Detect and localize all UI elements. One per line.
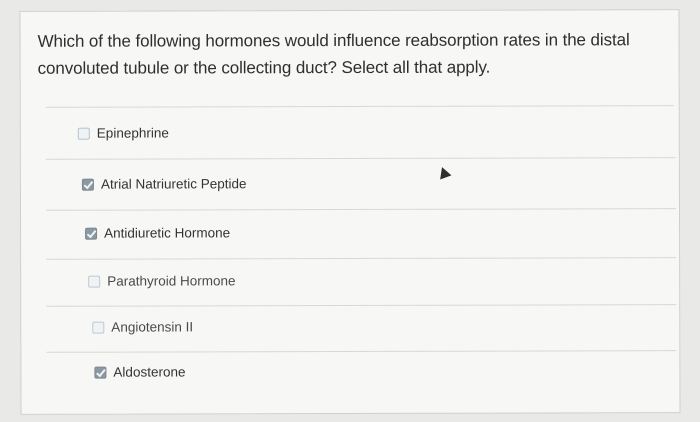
checkbox-checked-icon[interactable] — [85, 227, 98, 240]
checkbox-unchecked-icon[interactable] — [88, 275, 101, 288]
option-label: Epinephrine — [96, 125, 169, 141]
divider — [46, 350, 677, 353]
divider — [46, 304, 677, 307]
divider — [45, 208, 676, 211]
option-label: Parathyroid Hormone — [107, 273, 236, 289]
option-antidiuretic-hormone[interactable]: Antidiuretic Hormone — [85, 225, 231, 241]
checkbox-checked-icon[interactable] — [94, 366, 107, 379]
option-epinephrine[interactable]: Epinephrine — [77, 125, 169, 141]
divider — [45, 105, 674, 108]
option-angiotensin-ii[interactable]: Angiotensin II — [92, 319, 194, 335]
question-card: Which of the following hormones would in… — [19, 9, 681, 415]
option-label: Antidiuretic Hormone — [104, 225, 231, 241]
option-parathyroid-hormone[interactable]: Parathyroid Hormone — [88, 273, 236, 289]
option-label: Aldosterone — [113, 364, 186, 380]
divider — [45, 157, 676, 160]
option-label: Angiotensin II — [111, 319, 194, 335]
option-atrial-natriuretic-peptide[interactable]: Atrial Natriuretic Peptide — [81, 176, 247, 192]
option-aldosterone[interactable]: Aldosterone — [94, 364, 186, 380]
answer-options: Epinephrine Atrial Natriuretic Peptide A… — [20, 10, 679, 414]
checkbox-checked-icon[interactable] — [81, 178, 94, 191]
option-label: Atrial Natriuretic Peptide — [100, 176, 247, 192]
checkbox-unchecked-icon[interactable] — [77, 127, 90, 140]
divider — [46, 257, 677, 260]
checkbox-unchecked-icon[interactable] — [92, 321, 105, 334]
